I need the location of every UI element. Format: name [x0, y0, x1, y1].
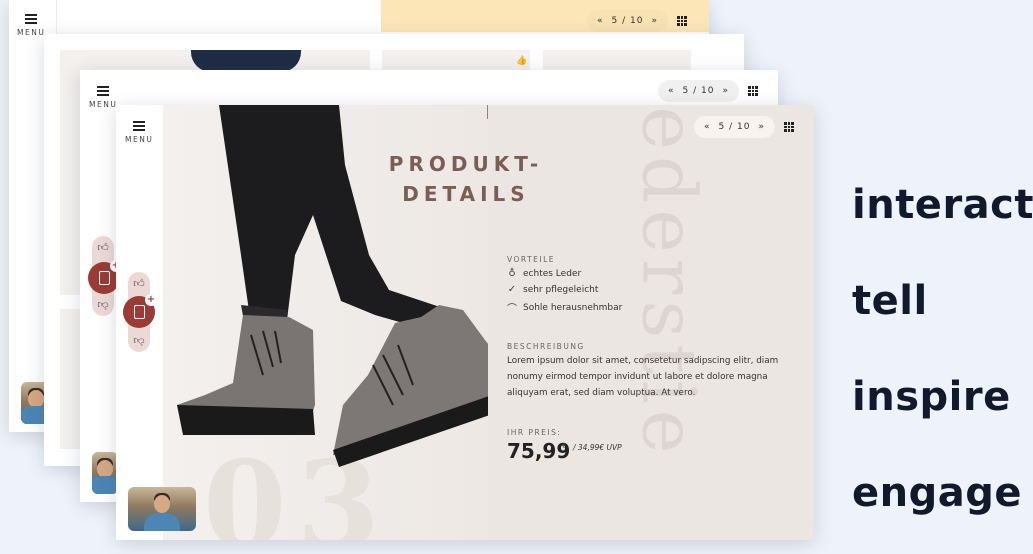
- menu-button[interactable]: MENU: [89, 86, 117, 109]
- thumbs-up-icon[interactable]: 👍︎: [133, 278, 145, 289]
- pager: « 5 / 10 »: [587, 10, 668, 32]
- thumbs-down-icon[interactable]: 👎︎: [133, 335, 144, 346]
- price-value: 75,99: [507, 439, 571, 463]
- page-title: PRODUKT- DETAILS: [366, 149, 566, 209]
- menu-button[interactable]: MENU: [17, 14, 45, 37]
- pager: « 5 / 10 »: [658, 80, 739, 102]
- note-icon: [133, 305, 145, 319]
- advantage-item: ♁ echtes Leder: [508, 268, 582, 279]
- description-label: BESCHREIBUNG: [507, 342, 585, 351]
- leather-icon: ♁: [508, 268, 516, 279]
- tagline-engage: engage: [852, 470, 1022, 516]
- insole-icon: ⌒: [507, 304, 517, 315]
- title-line-1: PRODUKT-: [388, 152, 544, 176]
- pager: « 5 / 10 »: [694, 116, 775, 138]
- advantage-item: ✓ sehr pflegeleicht: [507, 284, 599, 295]
- double-chevron-right-icon[interactable]: »: [758, 122, 765, 132]
- title-line-2: DETAILS: [402, 182, 530, 206]
- presenter-avatar: [92, 452, 118, 494]
- page-indicator: 5 / 10: [718, 122, 751, 132]
- uvp-price: / 34,99€ UVP: [573, 443, 622, 452]
- double-chevron-left-icon[interactable]: «: [597, 16, 604, 26]
- tagline-tell: tell: [852, 278, 928, 324]
- double-chevron-left-icon[interactable]: «: [668, 86, 675, 96]
- thumbs-up-icon[interactable]: 👍︎: [97, 242, 109, 253]
- background-word: lederstie: [625, 105, 712, 460]
- tagline-interact: interact: [852, 182, 1033, 228]
- note-icon: [98, 271, 110, 285]
- advantage-item: ⌒ Sohle herausnehmbar: [507, 300, 622, 316]
- thumbs-up-icon[interactable]: 👍: [516, 56, 527, 66]
- page-indicator: 5 / 10: [611, 16, 644, 26]
- grid-icon[interactable]: [784, 122, 794, 132]
- double-chevron-left-icon[interactable]: «: [704, 122, 711, 132]
- grid-icon[interactable]: [748, 86, 758, 96]
- double-chevron-right-icon[interactable]: »: [651, 16, 658, 26]
- description-text: Lorem ipsum dolor sit amet, consetetur s…: [507, 356, 779, 398]
- add-note-button[interactable]: +: [123, 294, 157, 328]
- thumbs-down-icon[interactable]: 👎︎: [97, 299, 108, 310]
- advantages-label: VORTEILE: [507, 255, 556, 264]
- hamburger-icon: [133, 121, 146, 131]
- grid-icon[interactable]: [677, 16, 687, 26]
- presenter-avatar[interactable]: [128, 487, 196, 531]
- slide-card-front: 03 lederstie MENU « 5 / 10 » PRODUKT- DE…: [116, 105, 814, 540]
- page-indicator: 5 / 10: [682, 86, 715, 96]
- check-icon: ✓: [507, 284, 517, 295]
- price-label: IHR PREIS:: [507, 428, 562, 437]
- price-currency: €: [562, 442, 567, 450]
- hamburger-icon: [97, 86, 110, 96]
- hamburger-icon: [25, 14, 38, 24]
- tagline-inspire: inspire: [852, 374, 1011, 420]
- double-chevron-right-icon[interactable]: »: [722, 86, 729, 96]
- menu-button[interactable]: MENU: [125, 121, 153, 144]
